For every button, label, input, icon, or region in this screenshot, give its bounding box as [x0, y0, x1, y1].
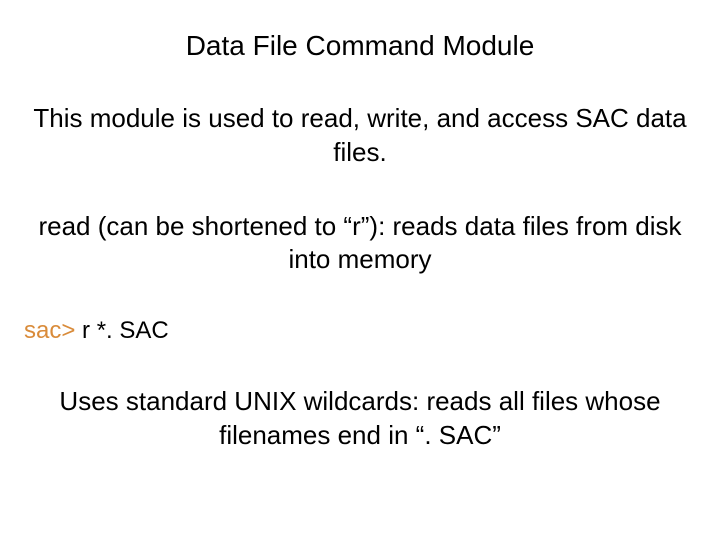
- read-description: read (can be shortened to “r”): reads da…: [20, 210, 700, 278]
- command-example: sac> r *. SAC: [20, 317, 700, 345]
- intro-paragraph: This module is used to read, write, and …: [20, 102, 700, 170]
- slide-title: Data File Command Module: [20, 30, 700, 62]
- command-text: r *. SAC: [75, 317, 168, 344]
- wildcard-note: Uses standard UNIX wildcards: reads all …: [20, 385, 700, 453]
- command-prompt: sac>: [24, 317, 75, 344]
